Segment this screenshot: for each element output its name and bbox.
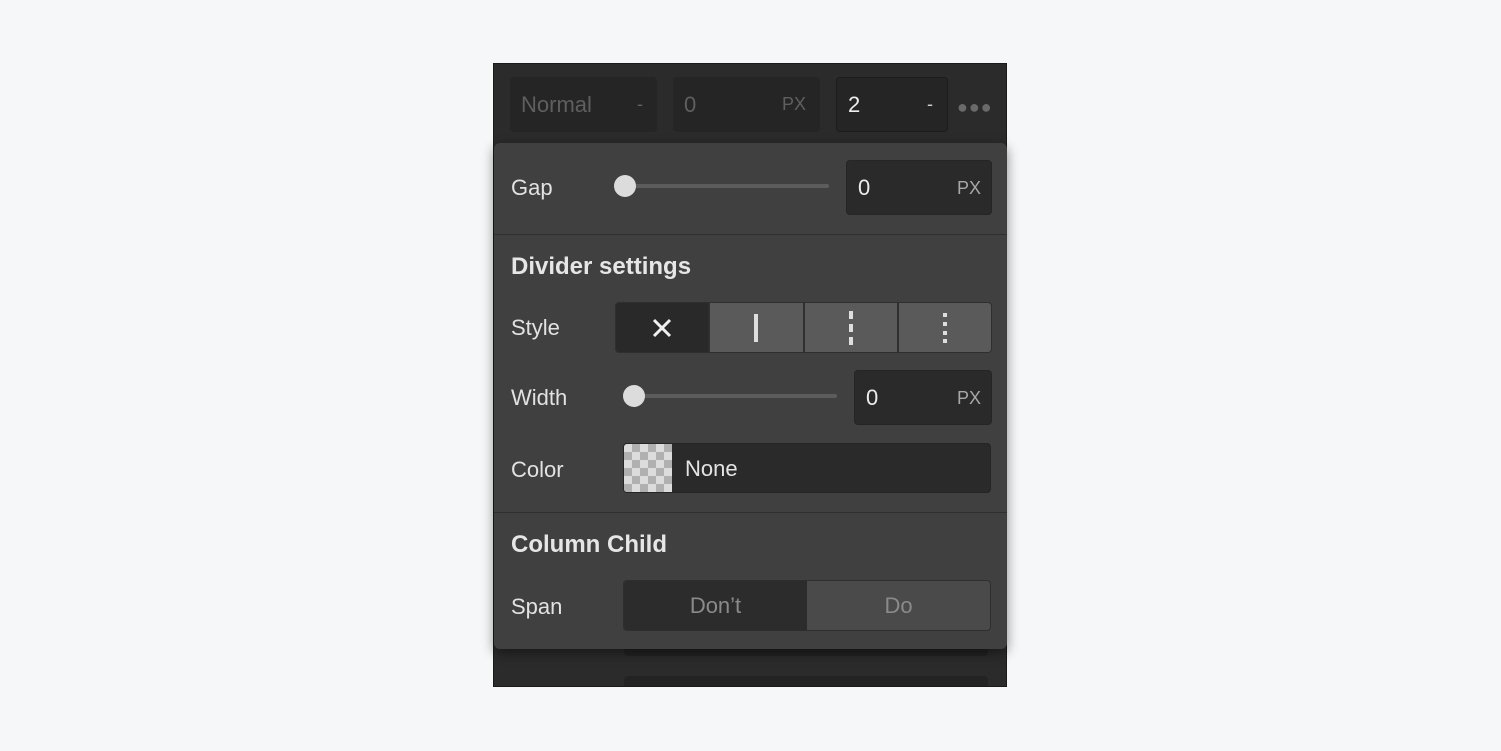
columns-value: 2 (848, 91, 861, 117)
width-unit: PX (956, 388, 981, 408)
style-option-dashed[interactable] (804, 303, 897, 352)
dashed-line-icon (848, 310, 853, 345)
color-picker-field[interactable]: None (623, 443, 991, 493)
width-label: Width (511, 385, 568, 410)
column-settings-popover: Gap 0 PX Divider settings Style Width 0 … (494, 143, 1007, 649)
transparent-swatch-icon[interactable] (624, 444, 672, 492)
gap-label: Gap (511, 175, 553, 200)
gap-value: 0 (858, 175, 871, 200)
blend-mode-suffix: - (637, 94, 643, 114)
close-icon (653, 318, 672, 337)
offset-unit: PX (781, 94, 806, 114)
hidden-field (624, 676, 988, 686)
style-option-none[interactable] (616, 303, 709, 352)
offset-input[interactable]: 0 PX (673, 77, 820, 132)
section-divider (494, 234, 1007, 235)
color-value: None (685, 456, 738, 481)
blend-mode-field[interactable]: Normal - (510, 77, 657, 132)
gap-slider-thumb[interactable] (614, 175, 636, 197)
solid-line-icon (754, 313, 759, 342)
style-option-dotted[interactable] (898, 303, 991, 352)
blend-mode-value: Normal (521, 91, 592, 117)
dotted-line-icon (942, 312, 947, 343)
divider-style-selector (615, 302, 992, 353)
color-label: Color (511, 457, 564, 482)
columns-input[interactable]: 2 - (836, 77, 948, 132)
span-toggle: Don’t Do (623, 580, 991, 631)
ellipsis-icon[interactable]: ●●● (957, 97, 993, 118)
gap-input[interactable]: 0 PX (846, 160, 992, 215)
span-option-do[interactable]: Do (807, 581, 990, 630)
width-slider[interactable] (623, 385, 837, 407)
width-value: 0 (866, 385, 879, 410)
columns-suffix: - (927, 94, 933, 114)
column-child-heading: Column Child (511, 531, 667, 558)
gap-unit: PX (956, 178, 981, 198)
section-divider (494, 512, 1007, 513)
gap-slider[interactable] (614, 175, 829, 197)
divider-settings-heading: Divider settings (511, 253, 692, 280)
style-option-solid[interactable] (710, 303, 803, 352)
span-label: Span (511, 594, 563, 619)
span-option-dont[interactable]: Don’t (624, 581, 807, 630)
style-label: Style (511, 315, 560, 340)
width-input[interactable]: 0 PX (854, 370, 992, 425)
offset-value: 0 (684, 91, 697, 117)
width-slider-thumb[interactable] (623, 385, 645, 407)
